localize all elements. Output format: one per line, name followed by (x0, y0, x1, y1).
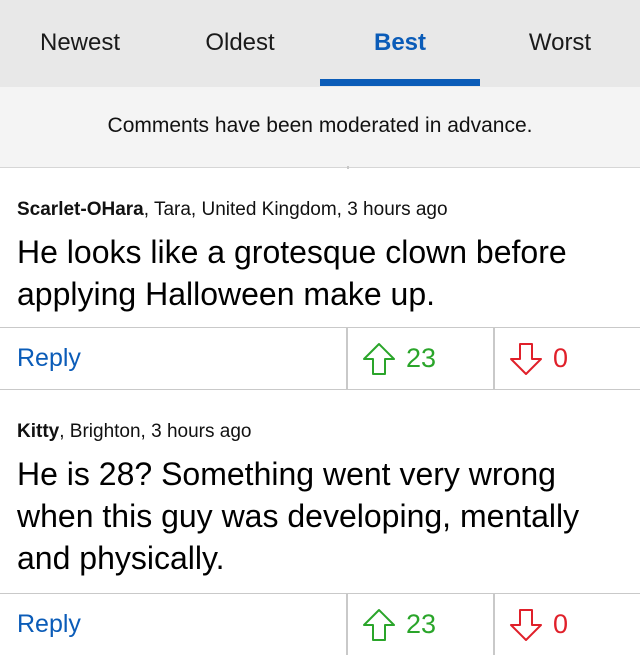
tab-newest[interactable]: Newest (0, 0, 160, 87)
downvote-count: 0 (553, 609, 569, 639)
reply-button[interactable]: Reply (17, 344, 81, 373)
comment-body: He is 28? Something went very wrong when… (17, 456, 580, 576)
downvote-button[interactable]: 0 (493, 328, 640, 389)
arrow-down-icon (510, 609, 542, 641)
comment-body: He looks like a grotesque clown before a… (17, 234, 567, 312)
divider (0, 167, 640, 168)
upvote-count: 23 (406, 343, 437, 373)
upvote-button[interactable]: 23 (346, 594, 493, 655)
comment-meta: Kitty, Brighton, 3 hours ago (17, 421, 251, 443)
tab-best[interactable]: Best (320, 0, 480, 87)
comment-actions: Reply 23 0 (0, 327, 640, 390)
comment-author[interactable]: Scarlet-OHara (17, 199, 144, 220)
arrow-down-icon (510, 343, 542, 375)
downvote-count: 0 (553, 343, 569, 373)
reply-button[interactable]: Reply (17, 610, 81, 639)
moderation-notice: Comments have been moderated in advance. (0, 87, 640, 167)
comment-author[interactable]: Kitty (17, 421, 59, 442)
tab-oldest[interactable]: Oldest (160, 0, 320, 87)
comment-location-time: , Brighton, 3 hours ago (59, 421, 252, 442)
arrow-up-icon (363, 609, 395, 641)
downvote-button[interactable]: 0 (493, 594, 640, 655)
arrow-up-icon (363, 343, 395, 375)
comment-meta: Scarlet-OHara, Tara, United Kingdom, 3 h… (17, 199, 448, 221)
divider (347, 166, 349, 169)
upvote-button[interactable]: 23 (346, 328, 493, 389)
comment-location-time: , Tara, United Kingdom, 3 hours ago (143, 199, 448, 220)
tab-worst[interactable]: Worst (480, 0, 640, 87)
upvote-count: 23 (406, 609, 437, 639)
comment-actions: Reply 23 0 (0, 593, 640, 655)
sort-tabs: Newest Oldest Best Worst (0, 0, 640, 87)
